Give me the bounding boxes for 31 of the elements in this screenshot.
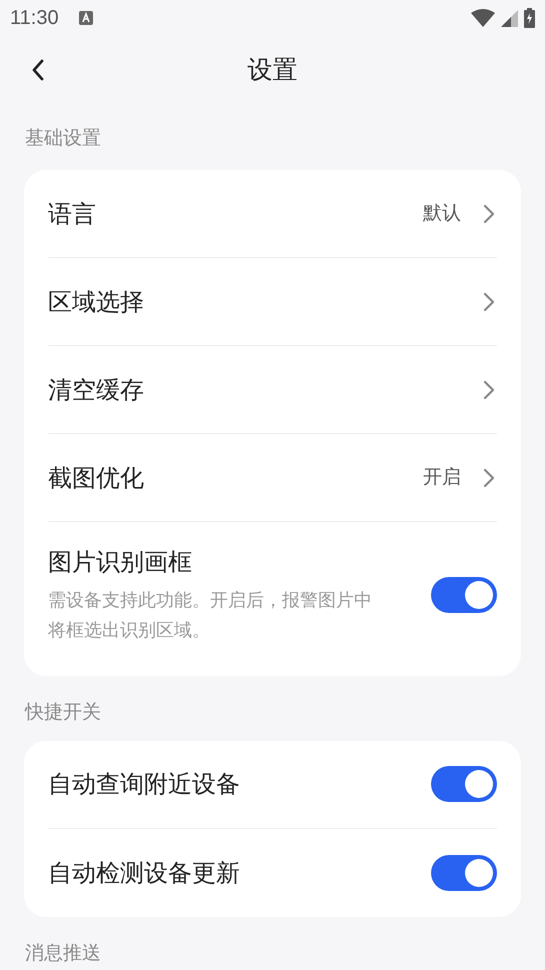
setting-label: 自动查询附近设备 xyxy=(48,769,240,800)
page-title: 设置 xyxy=(248,54,298,86)
toggle-switch[interactable] xyxy=(431,577,497,613)
settings-row[interactable]: 语言 默认 xyxy=(48,170,497,258)
battery-icon xyxy=(524,8,535,28)
setting-label: 语言 xyxy=(48,198,96,230)
keyboard-icon xyxy=(78,11,93,25)
setting-description: 需设备支持此功能。开启后，报警图片中将框选出识别区域。 xyxy=(48,589,373,643)
section-title: 消息推送 xyxy=(25,942,101,964)
status-time: 11:30 xyxy=(10,6,59,31)
section-title: 基础设置 xyxy=(25,127,101,149)
setting-label: 清空缓存 xyxy=(48,374,144,406)
setting-label: 区域选择 xyxy=(48,286,144,318)
signal-icon xyxy=(501,10,518,26)
setting-label: 自动检测设备更新 xyxy=(48,858,240,888)
settings-row[interactable]: 截图优化 开启 xyxy=(48,434,497,522)
wifi-icon xyxy=(471,9,495,27)
chevron-right-icon xyxy=(483,292,495,312)
chevron-right-icon xyxy=(483,380,495,400)
setting-label: 截图优化 xyxy=(48,462,144,494)
settings-row[interactable]: 区域选择 xyxy=(48,258,497,346)
settings-row[interactable]: 清空缓存 xyxy=(48,346,497,434)
section-title: 快捷开关 xyxy=(25,701,101,723)
toggle-switch[interactable] xyxy=(431,766,497,802)
setting-value: 默认 xyxy=(423,201,461,226)
setting-value: 开启 xyxy=(423,465,461,490)
toggle-switch[interactable] xyxy=(431,854,497,890)
setting-label: 图片识别画框 xyxy=(48,547,193,578)
back-icon xyxy=(31,59,45,81)
chevron-right-icon xyxy=(483,204,495,224)
chevron-right-icon xyxy=(483,468,495,488)
